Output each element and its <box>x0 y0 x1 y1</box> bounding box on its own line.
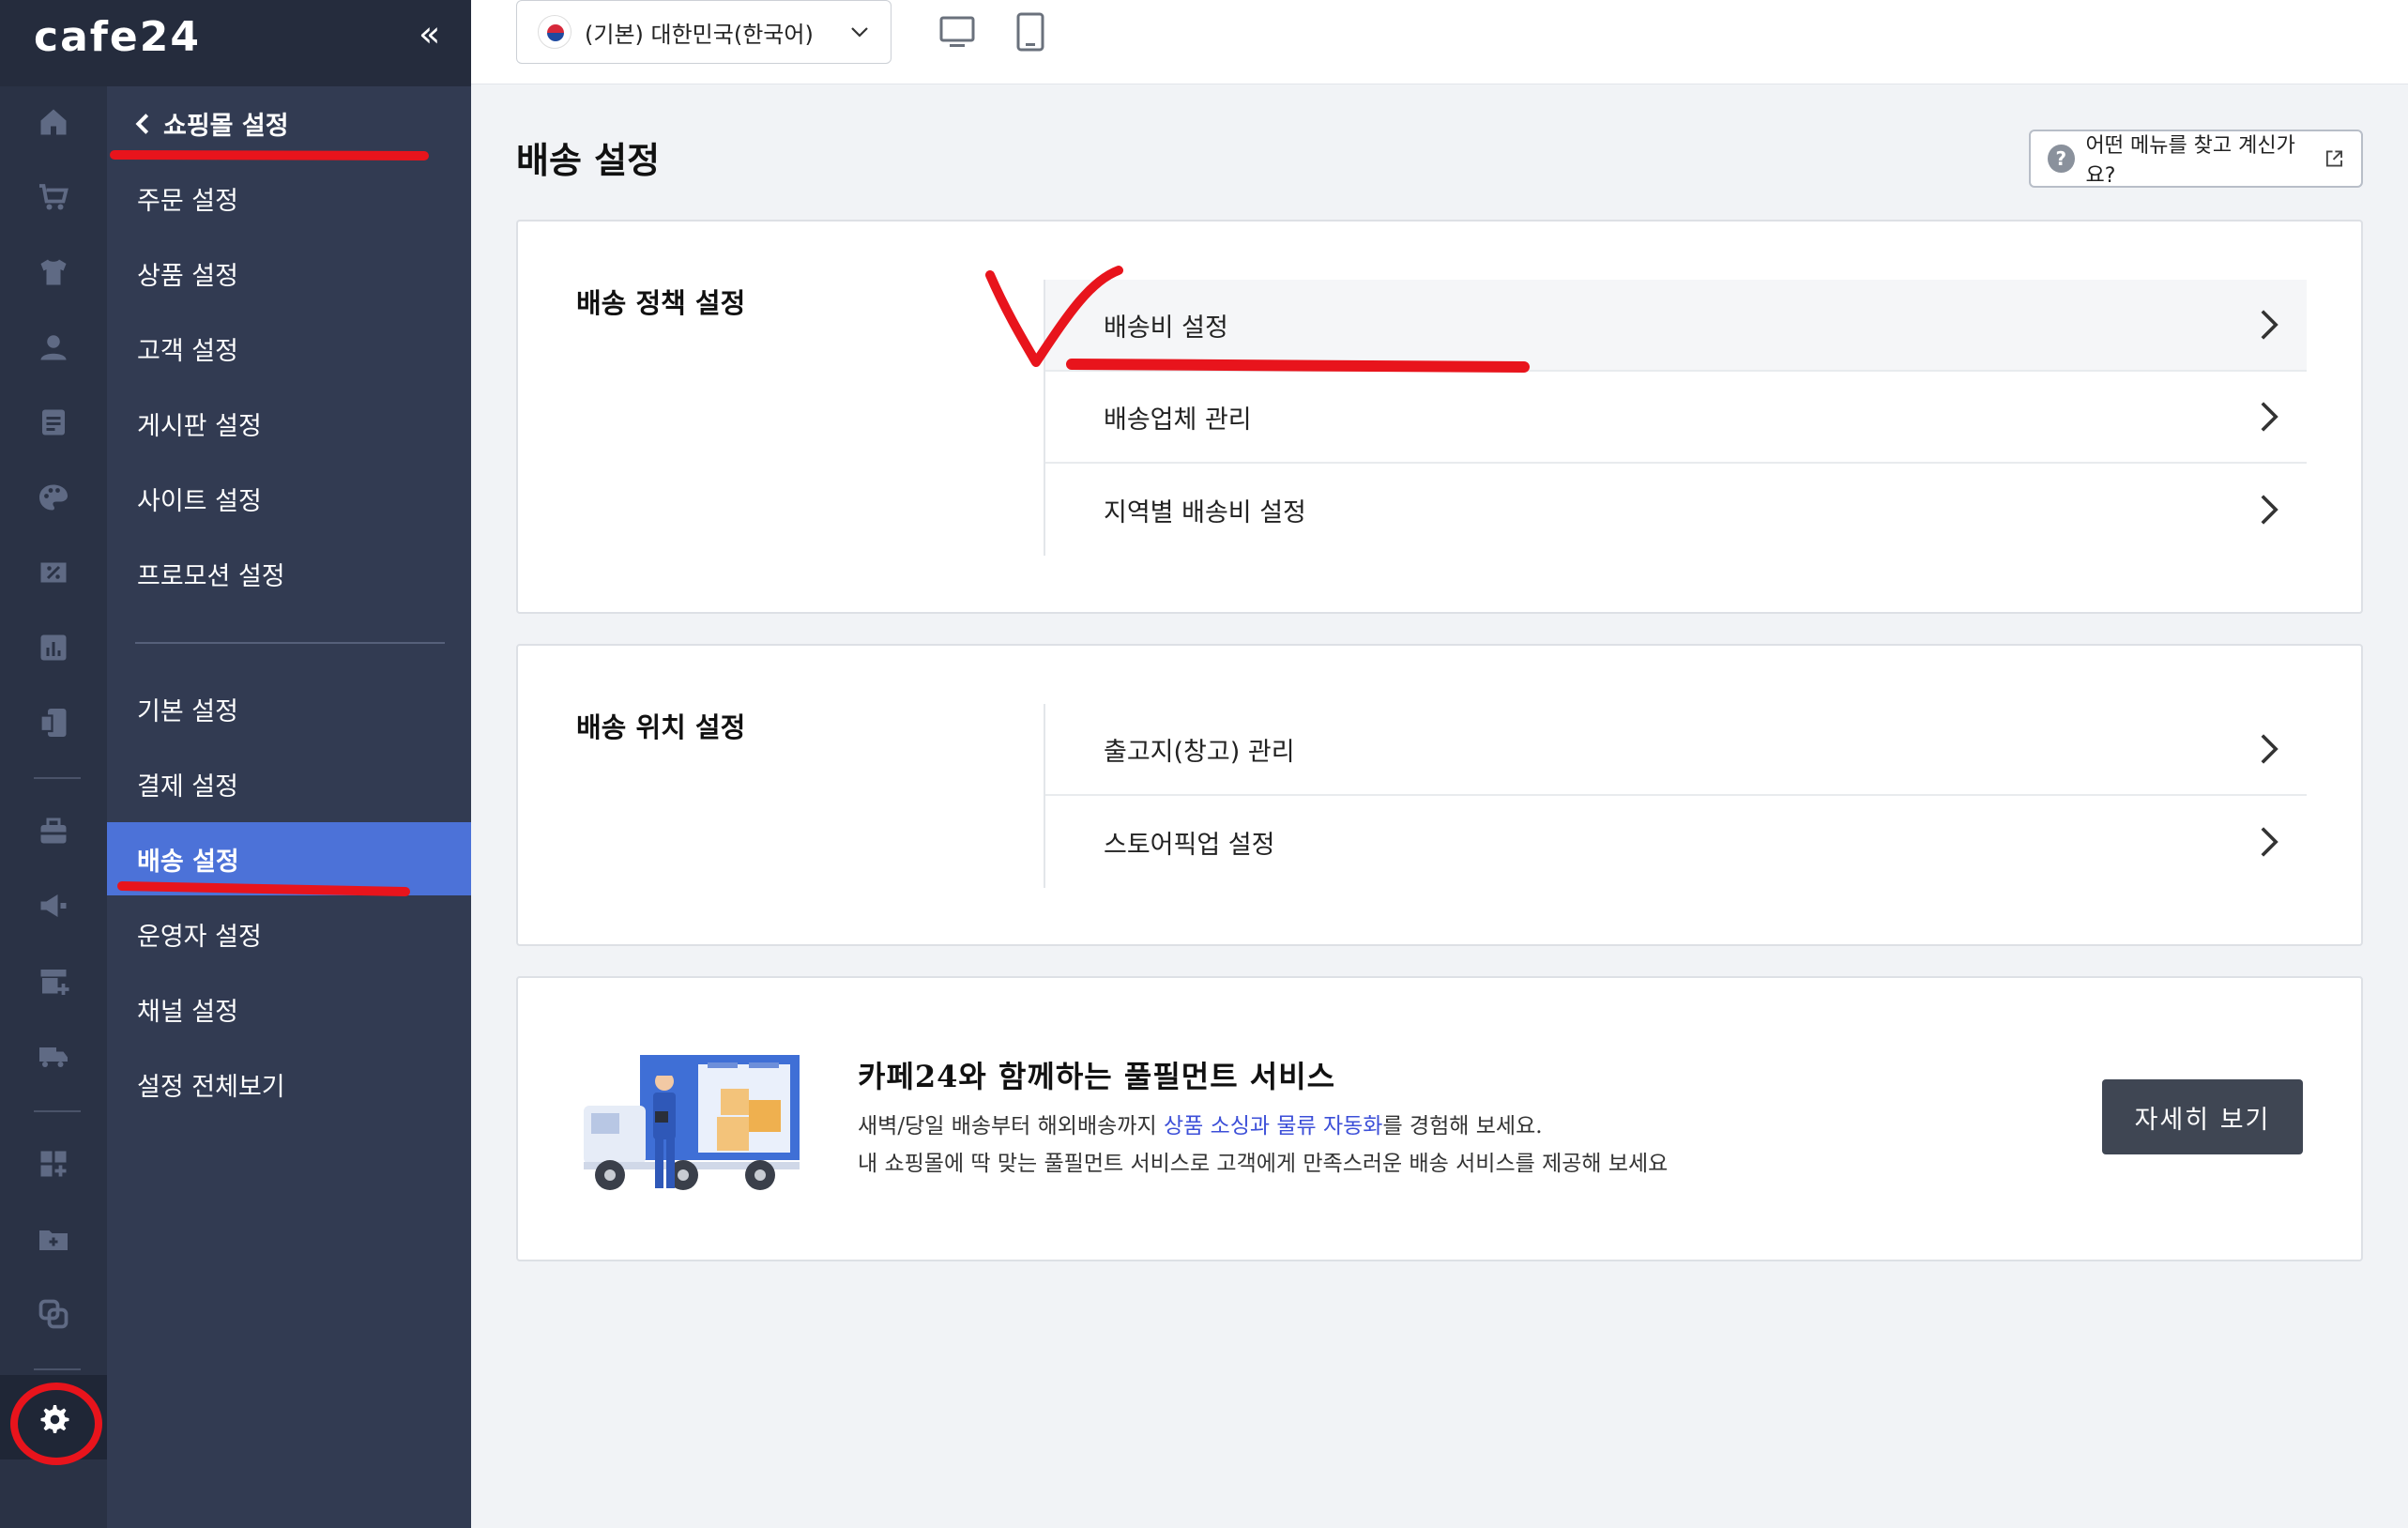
back-to-shop-settings[interactable]: 쇼핑몰 설정 <box>135 105 289 142</box>
back-label: 쇼핑몰 설정 <box>163 112 289 141</box>
menu-label: 배송비 설정 <box>1104 313 1228 343</box>
language-value: (기본) 대한민국(한국어) <box>585 21 814 48</box>
promo-title: 카페24와 함께하는 풀필먼트 서비스 <box>858 1059 1336 1094</box>
desktop-view-icon[interactable] <box>937 11 978 53</box>
sidebar-item-all-settings[interactable]: 설정 전체보기 <box>107 1047 471 1121</box>
menu-store-pickup[interactable]: 스토어픽업 설정 <box>1045 796 2307 888</box>
chevron-left-icon <box>135 113 149 134</box>
fulfillment-promo-card: 카페24와 함께하는 풀필먼트 서비스 새벽/당일 배송부터 해외배송까지 상품… <box>516 976 2363 1261</box>
sidebar-item-product[interactable]: 상품 설정 <box>107 237 471 310</box>
menu-label: 출고지(창고) 관리 <box>1104 737 1295 767</box>
copy-icon[interactable] <box>35 1295 72 1333</box>
promo-line-2: 내 쇼핑몰에 딱 맞는 풀필먼트 서비스로 고객에게 만족스러운 배송 서비스를… <box>858 1152 1669 1176</box>
menu-label: 스토어픽업 설정 <box>1104 830 1275 860</box>
logo-bar: cafe24 « <box>0 0 471 86</box>
settings-sidebar: 쇼핑몰 설정 주문 설정 상품 설정 고객 설정 게시판 설정 사이트 설정 프… <box>107 86 471 1528</box>
chevron-right-icon <box>2261 310 2278 340</box>
home-icon[interactable] <box>35 103 72 141</box>
menu-shipping-fee[interactable]: 배송비 설정 <box>1045 280 2307 372</box>
folder-add-icon[interactable] <box>35 1220 72 1258</box>
chevron-right-icon <box>2261 734 2278 764</box>
truck-icon[interactable] <box>35 1037 72 1075</box>
shop-icon[interactable] <box>35 812 72 849</box>
rail-separator <box>34 1110 81 1112</box>
page-title: 배송 설정 <box>516 140 661 181</box>
view-details-button[interactable]: 자세히 보기 <box>2102 1079 2303 1154</box>
promo-line-1: 새벽/당일 배송부터 해외배송까지 상품 소싱과 물류 자동화를 경험해 보세요… <box>858 1108 1543 1139</box>
rail-separator <box>34 777 81 779</box>
menu-regional-shipping-fee[interactable]: 지역별 배송비 설정 <box>1045 464 2307 556</box>
chevron-down-icon <box>851 27 868 38</box>
menu-carrier-management[interactable]: 배송업체 관리 <box>1045 372 2307 464</box>
promo-line-1-end: 를 경험해 보세요. <box>1382 1114 1543 1138</box>
sidebar-item-order[interactable]: 주문 설정 <box>107 161 471 235</box>
chevron-right-icon <box>2261 495 2278 525</box>
language-select[interactable]: (기본) 대한민국(한국어) <box>516 0 892 64</box>
delivery-truck-illustration <box>584 1055 800 1190</box>
help-label: 어떤 메뉴를 찾고 계신가요? <box>2085 134 2295 188</box>
sidebar-item-channel[interactable]: 채널 설정 <box>107 972 471 1046</box>
sidebar-item-operator[interactable]: 운영자 설정 <box>107 897 471 970</box>
stats-icon[interactable] <box>35 629 72 666</box>
menu-warehouse-management[interactable]: 출고지(창고) 관리 <box>1045 704 2307 796</box>
sidebar-divider <box>135 642 445 644</box>
mobile-view-icon[interactable] <box>1010 11 1051 53</box>
promotion-icon[interactable] <box>35 554 72 591</box>
korea-flag-icon <box>538 15 572 49</box>
menu-label: 배송업체 관리 <box>1104 405 1252 435</box>
collapse-sidebar-icon[interactable]: « <box>419 13 440 54</box>
cafe24-logo[interactable]: cafe24 <box>34 13 201 61</box>
megaphone-icon[interactable] <box>35 887 72 924</box>
mobile-icon[interactable] <box>35 704 72 741</box>
shipping-policy-card: 배송 정책 설정 배송비 설정 배송업체 관리 지역별 배송비 설정 <box>516 220 2363 614</box>
sidebar-item-customer[interactable]: 고객 설정 <box>107 312 471 385</box>
person-icon[interactable] <box>35 329 72 366</box>
shipping-location-title: 배송 위치 설정 <box>576 711 746 743</box>
apps-icon[interactable] <box>35 1145 72 1183</box>
shipping-policy-title: 배송 정책 설정 <box>576 287 746 319</box>
shipping-location-card: 배송 위치 설정 출고지(창고) 관리 스토어픽업 설정 <box>516 644 2363 946</box>
promo-highlight: 상품 소싱과 물류 자동화 <box>1163 1114 1383 1138</box>
menu-label: 지역별 배송비 설정 <box>1104 497 1306 527</box>
icon-rail <box>0 0 107 1528</box>
sidebar-item-site[interactable]: 사이트 설정 <box>107 462 471 535</box>
menu-search-help-button[interactable]: ? 어떤 메뉴를 찾고 계신가요? <box>2029 130 2363 188</box>
cart-icon[interactable] <box>35 178 72 216</box>
palette-icon[interactable] <box>35 479 72 516</box>
sidebar-item-shipping[interactable]: 배송 설정 <box>107 822 471 895</box>
board-icon[interactable] <box>35 404 72 441</box>
question-icon: ? <box>2048 145 2075 173</box>
store-add-icon[interactable] <box>35 962 72 1000</box>
gear-icon[interactable] <box>35 1400 72 1438</box>
sidebar-item-payment[interactable]: 결제 설정 <box>107 747 471 820</box>
sidebar-item-basic[interactable]: 기본 설정 <box>107 672 471 745</box>
shirt-icon[interactable] <box>35 253 72 291</box>
chevron-right-icon <box>2261 827 2278 857</box>
rail-separator <box>34 1368 81 1370</box>
external-link-icon <box>2325 150 2343 167</box>
promo-line-1-text: 새벽/당일 배송부터 해외배송까지 <box>858 1114 1164 1138</box>
shipping-policy-menu: 배송비 설정 배송업체 관리 지역별 배송비 설정 <box>1044 280 2307 556</box>
sidebar-item-board[interactable]: 게시판 설정 <box>107 387 471 460</box>
chevron-right-icon <box>2261 402 2278 432</box>
shipping-location-menu: 출고지(창고) 관리 스토어픽업 설정 <box>1044 704 2307 888</box>
sidebar-item-promotion[interactable]: 프로모션 설정 <box>107 537 471 610</box>
